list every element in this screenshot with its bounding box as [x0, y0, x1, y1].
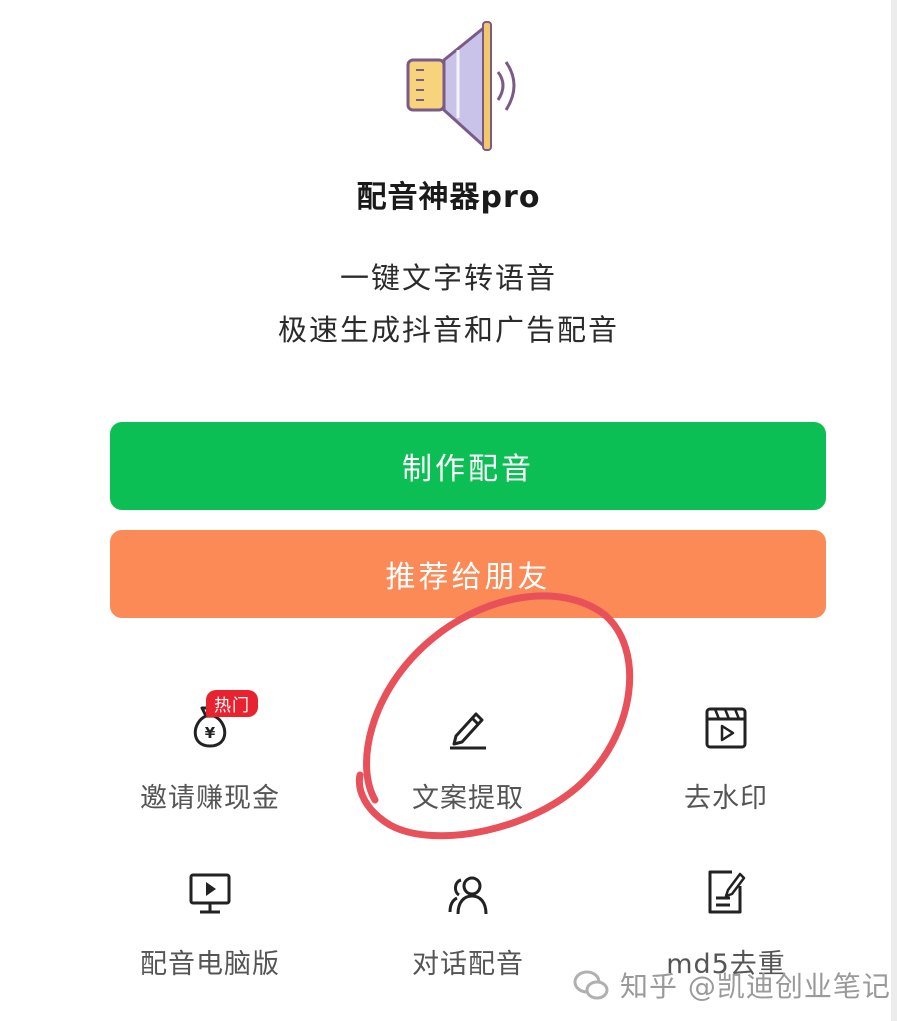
slogan-line-2: 极速生成抖音和广告配音: [277, 313, 619, 347]
app-title: 配音神器pro: [356, 180, 541, 215]
watermark: 知乎 @凯迪创业笔记: [572, 965, 891, 1005]
feature-label: 去水印: [684, 783, 768, 814]
watermark-text: 知乎 @凯迪创业笔记: [620, 970, 891, 1003]
make-dubbing-button[interactable]: 制作配音: [110, 422, 826, 510]
feature-label: 文案提取: [412, 783, 524, 814]
feature-label: 对话配音: [412, 949, 524, 980]
monitor-icon: [189, 873, 231, 914]
wechat-icon: [573, 970, 609, 1000]
pencil-icon: [450, 712, 486, 750]
feature-dialogue-dubbing[interactable]: 对话配音: [368, 856, 568, 981]
svg-text:¥: ¥: [205, 724, 216, 742]
feature-label: 邀请赚现金: [140, 783, 280, 814]
users-icon: [448, 876, 488, 915]
speaker-logo-icon: [406, 21, 516, 151]
feature-desktop-version[interactable]: 配音电脑版: [110, 856, 310, 981]
hot-badge: 热门: [206, 690, 258, 717]
feature-text-extract[interactable]: 文案提取: [368, 690, 568, 815]
feature-md5-dedupe[interactable]: md5去重: [626, 856, 826, 981]
feature-remove-watermark[interactable]: 去水印: [626, 690, 826, 815]
slogan-line-1: 一键文字转语音: [339, 261, 557, 295]
feature-label: 配音电脑版: [140, 949, 280, 980]
feature-invite-cash[interactable]: ¥ 热门 邀请赚现金: [110, 690, 310, 815]
share-friends-button[interactable]: 推荐给朋友: [110, 530, 826, 618]
document-edit-icon: [708, 870, 746, 914]
video-clapper-icon: [705, 707, 747, 749]
screen-edge: [891, 0, 897, 1021]
